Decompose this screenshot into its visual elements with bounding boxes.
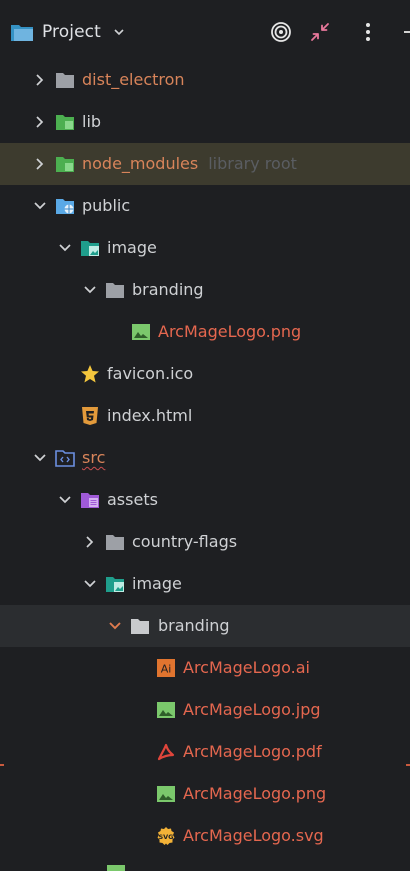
collapse-icon [311, 23, 329, 41]
tree-row-src[interactable]: src [0, 437, 410, 479]
chevron-down-icon[interactable] [57, 240, 73, 256]
svg-text:Ai: Ai [161, 663, 172, 676]
tree-row-label: branding [158, 616, 230, 635]
tree-row-file[interactable]: ArcMageLogo.png [0, 773, 410, 815]
chevron-down-icon[interactable] [57, 492, 73, 508]
tree-row-label: ArcMageLogo.svg [183, 826, 324, 845]
svg-file-icon: SVG [157, 827, 175, 845]
tree-row-assets[interactable]: assets [0, 479, 410, 521]
collapse-all-button[interactable] [306, 18, 334, 46]
folder-icon [56, 73, 74, 88]
more-options-button[interactable] [354, 18, 382, 46]
target-icon [271, 22, 291, 42]
library-root-badge: library root [208, 154, 297, 173]
tree-row-public[interactable]: public [0, 185, 410, 227]
tree-row-file[interactable]: index.html [0, 395, 410, 437]
image-file-icon [132, 324, 150, 340]
pdf-icon [157, 743, 175, 761]
tree-row-label: branding [132, 280, 204, 299]
tree-row-label: ArcMageLogo.jpg [183, 700, 321, 719]
folder-lib-icon [56, 115, 74, 130]
svg-text:SVG: SVG [158, 833, 173, 841]
star-icon [81, 365, 99, 383]
tree-row-country-flags[interactable]: country-flags [0, 521, 410, 563]
tree-row-label: image [132, 574, 182, 593]
tree-row-file[interactable]: SVG ArcMageLogo.svg [0, 815, 410, 857]
chevron-down-icon[interactable] [32, 198, 48, 214]
scroll-marker-left [0, 764, 4, 766]
tree-row-label: ArcMageLogo.png [183, 784, 327, 803]
tree-row-branding-selected[interactable]: branding [0, 605, 410, 647]
folder-assets-icon [81, 493, 99, 508]
tree-row-label: ArcMageLogo.png [158, 322, 302, 341]
chevron-down-icon[interactable] [107, 618, 123, 634]
folder-web-icon [56, 199, 74, 214]
folder-src-icon [55, 450, 75, 467]
tree-row-file[interactable]: ArcMageLogo.jpg [0, 689, 410, 731]
tree-row-text: node_modules library root [82, 153, 297, 175]
tree-row-label: country-flags [132, 532, 238, 551]
image-file-icon [157, 702, 175, 718]
tree-row-label: dist_electron [82, 70, 185, 89]
tree-row-label: favicon.ico [107, 364, 194, 383]
tree-row-label: ArcMageLogo.pdf [183, 742, 322, 761]
project-toolbar: Project [0, 0, 410, 62]
project-folder-icon [11, 25, 33, 41]
illustrator-icon: Ai [157, 659, 175, 677]
minimize-icon [404, 31, 410, 33]
tree-row-branding[interactable]: branding [0, 269, 410, 311]
scroll-marker-right [406, 764, 410, 766]
hide-panel-button[interactable] [396, 18, 410, 46]
folder-icon [106, 283, 124, 298]
chevron-down-icon[interactable] [82, 282, 98, 298]
tree-row-image[interactable]: image [0, 227, 410, 269]
folder-icon [107, 865, 125, 871]
folder-image-icon [81, 241, 99, 256]
tree-row-label: lib [82, 112, 102, 131]
chevron-right-icon[interactable] [82, 534, 98, 550]
tree-row-file[interactable]: Ai ArcMageLogo.ai [0, 647, 410, 689]
tree-row-file[interactable]: ArcMageLogo.png [0, 311, 410, 353]
image-file-icon [157, 786, 175, 802]
tree-row-label: src [82, 448, 106, 467]
folder-image-icon [106, 577, 124, 592]
project-selector[interactable]: Project [10, 18, 125, 46]
tree-row-label: public [82, 196, 131, 215]
tree-row-label: assets [107, 490, 158, 509]
tree-row-node-modules[interactable]: node_modules library root [0, 143, 410, 185]
chevron-down-icon [114, 29, 124, 36]
tree-row-file[interactable]: ArcMageLogo.pdf [0, 731, 410, 773]
html5-icon [82, 407, 98, 425]
folder-icon [106, 535, 124, 550]
tree-row-label: ArcMageLogo.ai [183, 658, 310, 677]
tree-row-dist-electron[interactable]: dist_electron [0, 59, 410, 101]
chevron-right-icon[interactable] [32, 156, 48, 172]
folder-lib-icon [56, 157, 74, 172]
locate-file-button[interactable] [267, 18, 295, 46]
tree-row-label: image [107, 238, 157, 257]
tree-row-lib[interactable]: lib [0, 101, 410, 143]
project-title: Project [42, 22, 101, 42]
more-icon [366, 23, 370, 41]
folder-icon [131, 619, 149, 634]
chevron-down-icon[interactable] [82, 576, 98, 592]
chevron-right-icon[interactable] [32, 72, 48, 88]
chevron-down-icon[interactable] [32, 450, 48, 466]
tree-row-image[interactable]: image [0, 563, 410, 605]
tree-row-label: index.html [107, 406, 193, 425]
chevron-right-icon[interactable] [32, 114, 48, 130]
tree-row-file[interactable]: favicon.ico [0, 353, 410, 395]
tree-row-label: node_modules [82, 154, 199, 173]
